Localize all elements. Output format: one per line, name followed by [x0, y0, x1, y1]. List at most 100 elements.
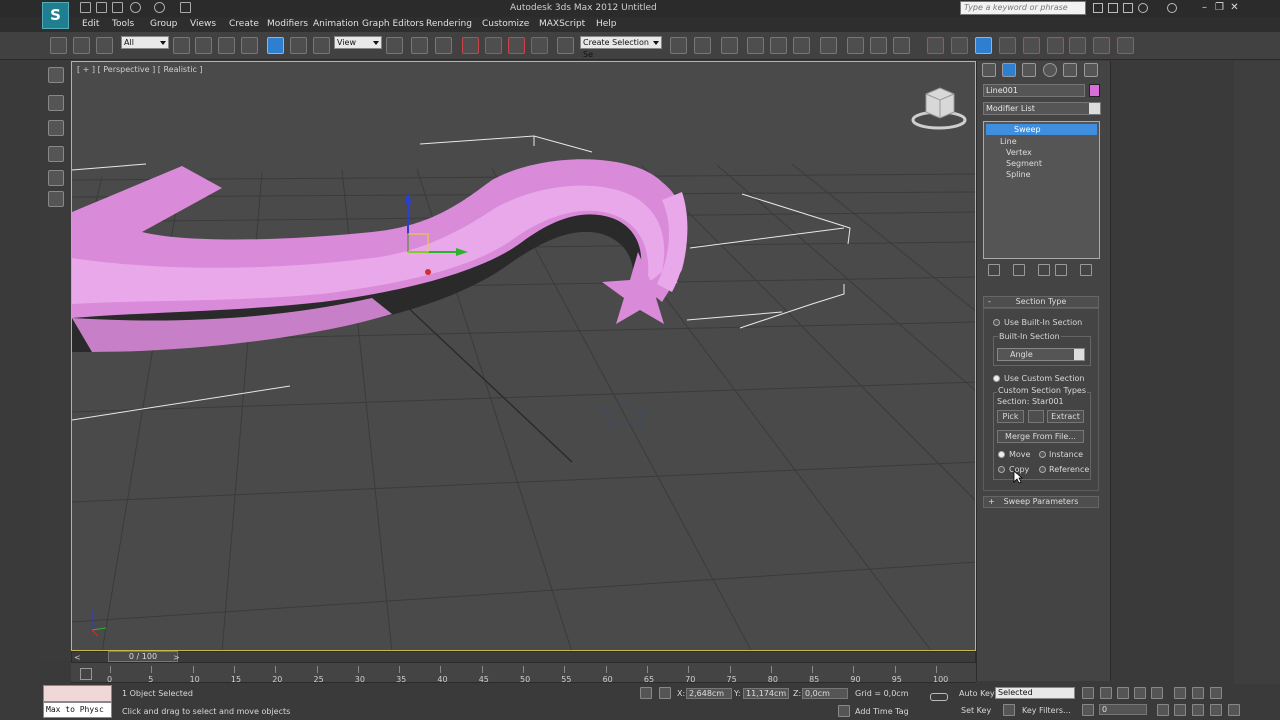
- stack-item-sweep[interactable]: Sweep: [986, 124, 1097, 135]
- rectangular-selection-icon[interactable]: [218, 37, 235, 54]
- zoom-extents-icon[interactable]: [1210, 687, 1222, 699]
- communication-center-icon[interactable]: [1123, 3, 1133, 13]
- modify-tab-icon[interactable]: [1002, 63, 1016, 77]
- set-key-mode-key-icon[interactable]: [930, 693, 948, 701]
- key-filters-button[interactable]: Key Filters...: [1022, 706, 1071, 715]
- zoom-icon[interactable]: [1174, 687, 1186, 699]
- auto-key-button[interactable]: Auto Key: [959, 689, 995, 698]
- remove-modifier-icon[interactable]: [1055, 264, 1067, 276]
- absolute-mode-icon[interactable]: [659, 687, 671, 699]
- key-mode-toggle-icon[interactable]: [1082, 704, 1094, 716]
- window-crossing-icon[interactable]: [241, 37, 258, 54]
- snap-pivot-icon[interactable]: [1047, 37, 1064, 54]
- render-production-icon[interactable]: [893, 37, 910, 54]
- open-file-icon[interactable]: [96, 2, 107, 13]
- lock-selection-icon[interactable]: [640, 687, 652, 699]
- maxscript-command-field[interactable]: Max to Physc: [43, 702, 112, 718]
- use-custom-section-radio[interactable]: [993, 375, 1000, 382]
- time-tag-icon[interactable]: [838, 705, 850, 717]
- edit-poly-icon[interactable]: [48, 146, 64, 162]
- next-frame-icon[interactable]: [1134, 687, 1146, 699]
- move-radio[interactable]: [998, 451, 1005, 458]
- favorites-star-icon[interactable]: [1138, 3, 1148, 13]
- unlink-selection-icon[interactable]: [73, 37, 90, 54]
- material-editor-icon[interactable]: [820, 37, 837, 54]
- add-time-tag-button[interactable]: Add Time Tag: [855, 707, 909, 716]
- snap-endpoint-icon[interactable]: [927, 37, 944, 54]
- zoom-all-icon[interactable]: [1192, 687, 1204, 699]
- menu-help[interactable]: Help: [596, 19, 617, 29]
- menu-animation[interactable]: Animation: [313, 19, 359, 29]
- populate-icon[interactable]: [48, 120, 64, 136]
- application-menu-button[interactable]: S: [42, 2, 69, 29]
- menu-customize[interactable]: Customize: [482, 19, 529, 29]
- mirror-icon[interactable]: [670, 37, 687, 54]
- modify-tools-icon[interactable]: [48, 191, 64, 207]
- schematic-view-icon[interactable]: [793, 37, 810, 54]
- undo-icon[interactable]: [130, 2, 141, 13]
- snap-tangent-icon[interactable]: [1093, 37, 1110, 54]
- percent-snap-icon[interactable]: [508, 37, 525, 54]
- axis-constraint-xy-icon[interactable]: [1117, 37, 1134, 54]
- render-setup-icon[interactable]: [847, 37, 864, 54]
- keyboard-shortcut-override-icon[interactable]: [435, 37, 452, 54]
- menu-create[interactable]: Create: [229, 19, 259, 29]
- previous-frame-icon[interactable]: [1100, 687, 1112, 699]
- hierarchy-tab-icon[interactable]: [1022, 63, 1036, 77]
- edit-named-selection-icon[interactable]: [557, 37, 574, 54]
- time-slider-next-icon[interactable]: >: [173, 653, 180, 662]
- new-file-icon[interactable]: [80, 2, 91, 13]
- stack-item-spline[interactable]: Spline: [1006, 170, 1031, 179]
- mini-curve-editor-icon[interactable]: [80, 668, 92, 680]
- object-color-swatch[interactable]: [1089, 84, 1100, 97]
- search-input[interactable]: Type a keyword or phrase: [960, 1, 1086, 15]
- binoculars-icon[interactable]: [1093, 3, 1103, 13]
- menu-edit[interactable]: Edit: [82, 19, 99, 29]
- set-key-button[interactable]: Set Key: [961, 706, 991, 715]
- pick-button[interactable]: Pick: [997, 410, 1024, 423]
- close-icon[interactable]: ✕: [1229, 3, 1240, 13]
- graphite-freeform-icon[interactable]: [48, 67, 64, 83]
- menu-graph-editors[interactable]: Graph Editors: [362, 19, 424, 29]
- object-name-field[interactable]: Line001: [983, 84, 1085, 97]
- help-icon[interactable]: [1167, 3, 1177, 13]
- make-unique-icon[interactable]: [1038, 264, 1050, 276]
- configure-modifier-sets-icon[interactable]: [1080, 264, 1092, 276]
- stack-item-vertex[interactable]: Vertex: [1006, 148, 1032, 157]
- show-end-result-icon[interactable]: [1013, 264, 1025, 276]
- snap-vertex-icon[interactable]: [975, 37, 992, 54]
- save-file-icon[interactable]: [112, 2, 123, 13]
- viewport-label[interactable]: [ + ] [ Perspective ] [ Realistic ]: [77, 65, 203, 74]
- select-and-move-icon[interactable]: [267, 37, 284, 54]
- select-object-icon[interactable]: [173, 37, 190, 54]
- instance-radio[interactable]: [1039, 451, 1046, 458]
- select-and-manipulate-icon[interactable]: [411, 37, 428, 54]
- named-selection-dropdown[interactable]: Create Selection Se: [580, 36, 662, 59]
- key-selection-dropdown[interactable]: Selected: [995, 687, 1075, 699]
- builtin-section-dropdown[interactable]: Angle: [997, 348, 1085, 361]
- pivot-center-icon[interactable]: [386, 37, 403, 54]
- select-and-rotate-icon[interactable]: [290, 37, 307, 54]
- snaps-toggle-icon[interactable]: [462, 37, 479, 54]
- project-folder-icon[interactable]: [180, 2, 191, 13]
- time-configuration-icon[interactable]: [1157, 704, 1169, 716]
- time-slider-thumb[interactable]: 0 / 100: [108, 651, 178, 662]
- restore-icon[interactable]: ❐: [1214, 3, 1225, 13]
- reference-coordinate-dropdown[interactable]: View: [334, 36, 382, 49]
- stack-item-segment[interactable]: Segment: [1006, 159, 1042, 168]
- time-slider-track[interactable]: [71, 651, 976, 663]
- select-and-link-icon[interactable]: [50, 37, 67, 54]
- reference-radio[interactable]: [1039, 466, 1046, 473]
- rendered-frame-window-icon[interactable]: [870, 37, 887, 54]
- maxscript-listener-mini[interactable]: [43, 685, 112, 702]
- field-of-view-icon[interactable]: [1174, 704, 1186, 716]
- minimize-icon[interactable]: –: [1199, 3, 1210, 13]
- stack-item-line[interactable]: Line: [1000, 137, 1017, 146]
- time-slider-prev-icon[interactable]: <: [74, 653, 81, 662]
- create-tab-icon[interactable]: [982, 63, 996, 77]
- use-builtin-section-radio[interactable]: [993, 319, 1000, 326]
- menu-rendering[interactable]: Rendering: [426, 19, 472, 29]
- menu-modifiers[interactable]: Modifiers: [267, 19, 308, 29]
- viewcube-icon[interactable]: [910, 84, 968, 130]
- go-to-start-icon[interactable]: [1082, 687, 1094, 699]
